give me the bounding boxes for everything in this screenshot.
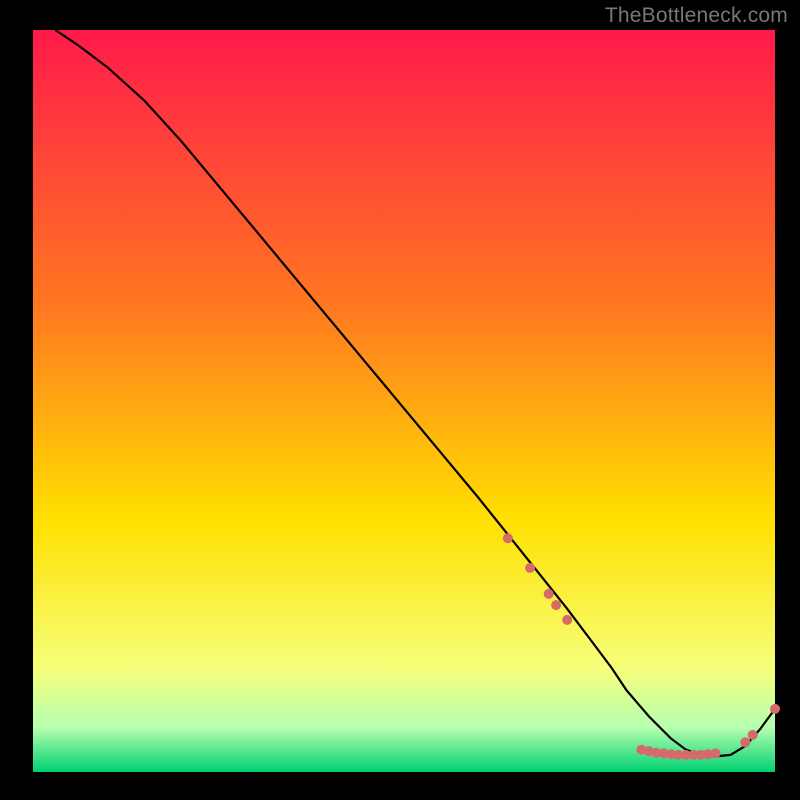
data-marker: [711, 748, 721, 758]
plot-area: [33, 30, 780, 772]
chart-container: TheBottleneck.com: [0, 0, 800, 800]
plot-background: [33, 30, 775, 772]
data-marker: [503, 533, 513, 543]
data-marker: [748, 730, 758, 740]
data-marker: [544, 589, 554, 599]
data-marker: [562, 615, 572, 625]
data-marker: [740, 737, 750, 747]
data-marker: [551, 600, 561, 610]
bottleneck-chart: [0, 0, 800, 800]
data-marker: [770, 704, 780, 714]
data-marker: [525, 563, 535, 573]
